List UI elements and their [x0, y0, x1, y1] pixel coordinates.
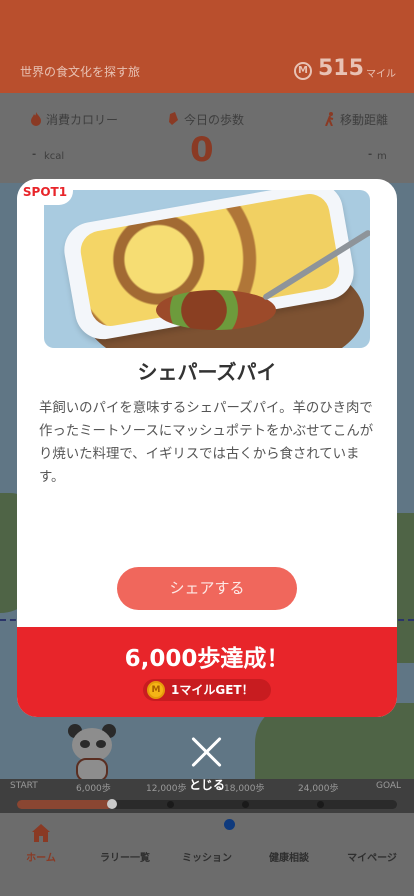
calories-unit: kcal	[44, 151, 65, 162]
tab-bar: ホーム ラリー一覧 ミッション 健康相談 マイページ	[0, 813, 414, 896]
progress-label: START	[10, 781, 38, 791]
dish-photo	[44, 190, 370, 348]
progress-label: GOAL	[376, 781, 402, 791]
tab-my-page[interactable]: マイページ	[331, 849, 413, 864]
mile-unit: マイル	[366, 69, 396, 80]
progress-fill	[17, 800, 112, 809]
steps-count: 0	[190, 130, 214, 170]
achievement-banner: 6,000歩達成！ M 1マイルGET！	[17, 627, 397, 717]
mission-notification-dot	[224, 819, 235, 830]
progress-marker	[107, 799, 117, 809]
share-button[interactable]: シェアする	[117, 567, 297, 610]
close-button[interactable]: とじる	[187, 734, 227, 794]
walking-icon	[325, 112, 334, 126]
distance-value: -	[368, 149, 373, 160]
tab-home[interactable]: ホーム	[0, 849, 82, 864]
dish-name: シェパーズパイ	[137, 360, 277, 384]
calories-label-group: 消費カロリー	[30, 111, 118, 128]
distance-unit: m	[377, 151, 387, 162]
progress-track	[17, 799, 397, 809]
home-icon	[32, 824, 50, 842]
progress-label: 24,000歩	[298, 784, 339, 794]
progress-checkpoint	[167, 801, 174, 808]
calories-label: 消費カロリー	[46, 113, 119, 127]
spot-modal: SPOT1 シェパーズパイ 羊飼いのパイを意味するシェパーズパイ。羊のひき肉で作…	[17, 179, 397, 717]
dish-description: 羊飼いのパイを意味するシェパーズパイ。羊のひき肉で作ったミートソースにマッシュポ…	[39, 401, 374, 485]
flame-icon	[31, 112, 41, 126]
tab-mission[interactable]: ミッション	[166, 849, 248, 864]
shoe-icon	[169, 112, 178, 125]
progress-checkpoint	[242, 801, 249, 808]
mile-icon: M	[294, 62, 312, 80]
mile-coin-icon: M	[147, 681, 165, 699]
close-icon	[189, 734, 225, 770]
header: 世界の食文化を探す旅 M 515 マイル	[0, 0, 414, 93]
reward-label: 1マイルGET！	[171, 683, 254, 697]
mile-count: 515	[318, 56, 364, 81]
steps-label: 今日の歩数	[184, 113, 245, 127]
steps-label-group: 今日の歩数	[168, 111, 244, 128]
tab-health-consult[interactable]: 健康相談	[248, 849, 330, 864]
spot-badge: SPOT1	[17, 179, 73, 205]
tab-rally-list[interactable]: ラリー一覧	[84, 849, 166, 864]
calories-value: -	[32, 149, 37, 160]
progress-checkpoint	[317, 801, 324, 808]
close-label: とじる	[188, 778, 225, 792]
panda-mascot	[66, 722, 122, 784]
distance-label: 移動距離	[340, 113, 389, 127]
achievement-title: 6,000歩達成！	[124, 646, 290, 672]
reward-pill: M 1マイルGET！	[143, 679, 271, 701]
progress-label: 6,000歩	[76, 784, 111, 794]
distance-label-group: 移動距離	[324, 111, 388, 128]
rally-title: 世界の食文化を探す旅	[20, 65, 141, 79]
